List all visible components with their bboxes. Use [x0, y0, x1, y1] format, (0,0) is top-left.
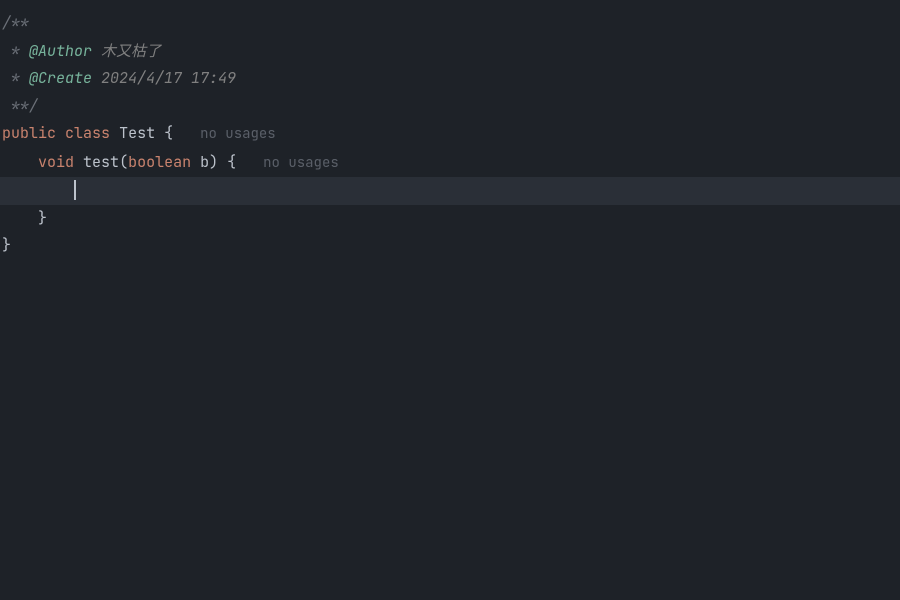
code-line[interactable]: public class Test { no usages: [0, 120, 900, 149]
code-line-active[interactable]: [0, 177, 900, 205]
space: [56, 123, 65, 143]
class-name: Test: [119, 123, 155, 143]
param-name: b: [191, 152, 209, 172]
keyword-public: public: [2, 123, 56, 143]
hint-gap: [173, 123, 200, 143]
text-cursor: [74, 180, 76, 200]
space: [110, 123, 119, 143]
indent: [2, 208, 38, 228]
javadoc-create-value: 2024/4/17 17:49: [92, 68, 236, 88]
javadoc-author-value: 木又枯了: [92, 41, 161, 61]
space: [74, 152, 83, 172]
javadoc-open: /**: [2, 13, 29, 33]
keyword-void: void: [38, 152, 74, 172]
code-line[interactable]: /**: [0, 10, 900, 38]
method-name: test: [83, 152, 119, 172]
open-brace: {: [155, 123, 173, 143]
hint-gap: [236, 152, 263, 172]
javadoc-create-tag: @Create: [29, 68, 92, 88]
lparen: (: [119, 152, 128, 172]
javadoc-close: **/: [2, 96, 38, 116]
usage-hint[interactable]: no usages: [263, 154, 339, 172]
open-brace: {: [218, 152, 236, 172]
javadoc-prefix: *: [2, 68, 29, 88]
code-line[interactable]: **/: [0, 93, 900, 121]
type-boolean: boolean: [128, 152, 191, 172]
close-brace: }: [38, 208, 47, 228]
code-line[interactable]: }: [0, 232, 900, 260]
usage-hint[interactable]: no usages: [200, 125, 276, 143]
indent: [2, 152, 38, 172]
javadoc-prefix: *: [2, 41, 29, 61]
code-line[interactable]: * @Author 木又枯了: [0, 38, 900, 66]
code-editor[interactable]: /** * @Author 木又枯了 * @Create 2024/4/17 1…: [0, 0, 900, 600]
code-line[interactable]: * @Create 2024/4/17 17:49: [0, 65, 900, 93]
close-brace: }: [2, 235, 11, 255]
code-line[interactable]: }: [0, 205, 900, 233]
rparen: ): [209, 152, 218, 172]
indent: [2, 180, 74, 200]
keyword-class: class: [65, 123, 110, 143]
code-line[interactable]: void test(boolean b) { no usages: [0, 149, 900, 178]
javadoc-author-tag: @Author: [29, 41, 92, 61]
